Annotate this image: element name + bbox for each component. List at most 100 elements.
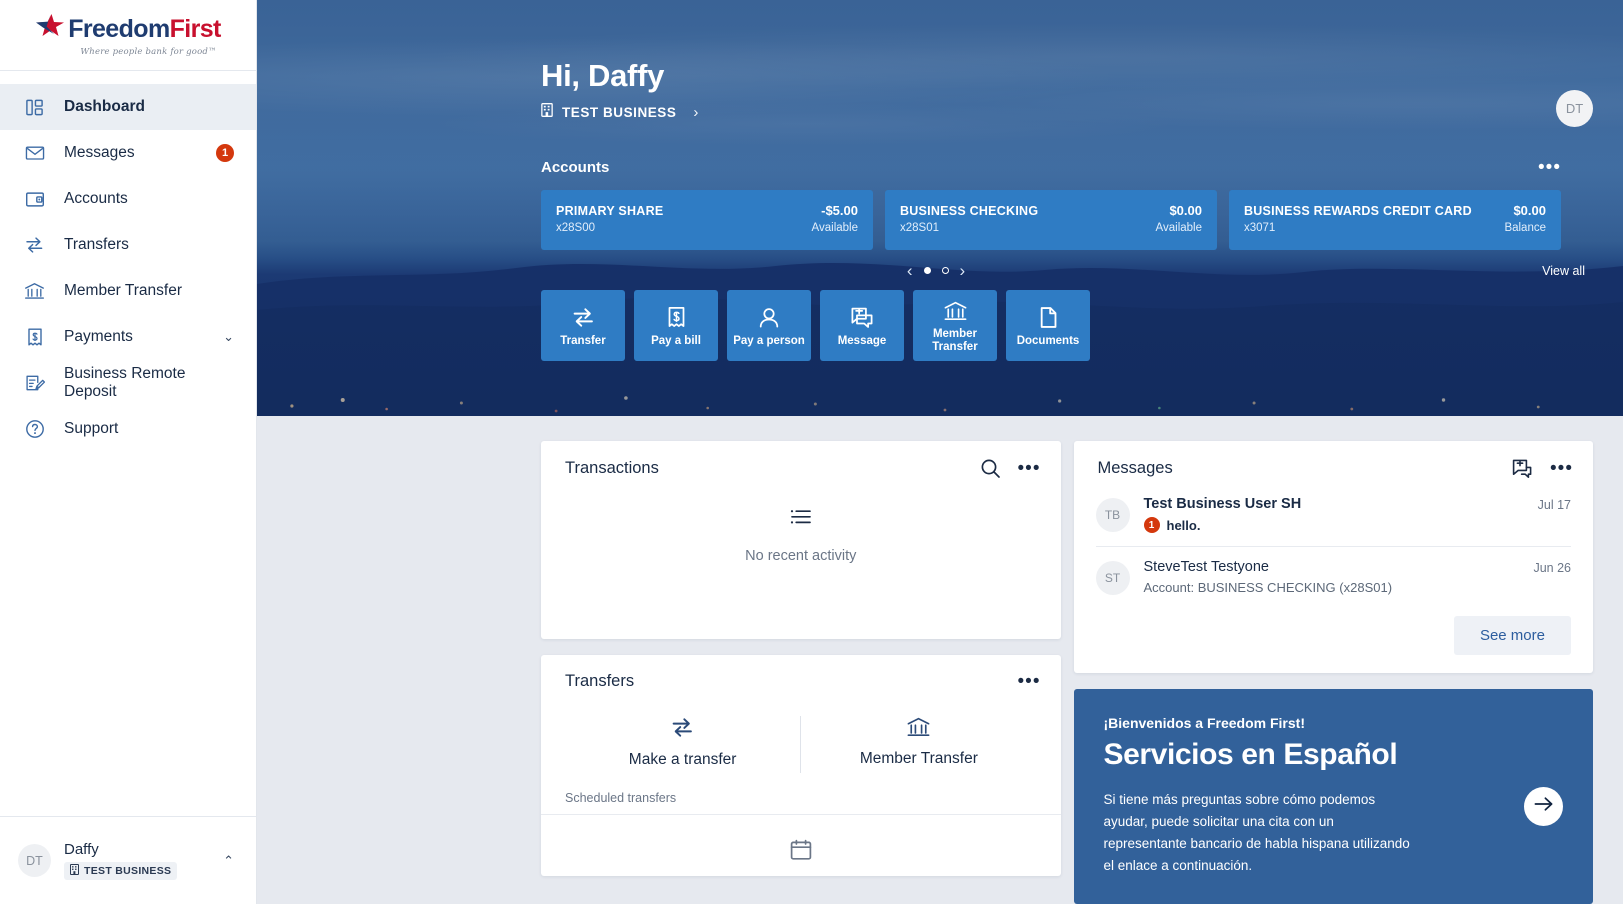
account-card[interactable]: BUSINESS REWARDS CREDIT CARD $0.00 x3071… (1229, 190, 1561, 250)
view-all-accounts-link[interactable]: View all (1542, 264, 1585, 278)
brand-tagline: Where people bank for good™ (80, 47, 217, 57)
transactions-title: Transactions (565, 459, 659, 477)
dashboard-board: Transactions ••• No recent activity Tran… (257, 416, 1623, 904)
bank-icon (906, 716, 931, 743)
account-balance-type: Available (1155, 222, 1202, 234)
sidebar-item-messages[interactable]: Messages 1 (0, 130, 256, 176)
accounts-title: Accounts (541, 159, 610, 176)
sidebar-item-label: Messages (64, 144, 135, 161)
quick-action-label: Pay a bill (651, 335, 701, 348)
quick-action-message[interactable]: Message (820, 290, 904, 361)
transactions-empty-text: No recent activity (745, 547, 857, 564)
hero-business-name: TEST BUSINESS (562, 105, 677, 120)
business-chip: TEST BUSINESS (64, 862, 178, 880)
list-icon (789, 507, 813, 532)
quick-action-label: Pay a person (733, 334, 805, 347)
carousel-prev-button[interactable]: ‹ (907, 262, 913, 279)
carousel-next-button[interactable]: › (960, 262, 966, 279)
quick-action-transfer[interactable]: Transfer (541, 290, 625, 361)
promo-arrow-button[interactable] (1524, 787, 1563, 827)
quick-action-member-transfer[interactable]: Member Transfer (913, 290, 997, 361)
transactions-menu-button[interactable]: ••• (1018, 459, 1041, 478)
message-plus-icon (850, 306, 874, 329)
promo-kicker: ¡Bienvenidos a Freedom First! (1103, 715, 1305, 731)
messages-card: Messages ••• TB Test Business User SH 1 … (1073, 441, 1593, 673)
sidebar-user-profile[interactable]: DT Daffy TEST BUSINESS ⌃ (0, 816, 256, 904)
app-root: FreedomFirst Where people bank for good™… (0, 0, 1623, 904)
sidebar-item-support[interactable]: Support (0, 406, 256, 452)
sidebar-item-label: Dashboard (64, 98, 145, 115)
make-a-transfer-button[interactable]: Make a transfer (565, 712, 800, 777)
accounts-carousel-controls: ‹ › View all (257, 262, 1591, 279)
quick-action-documents[interactable]: Documents (1006, 290, 1090, 361)
bank-icon (22, 279, 47, 304)
sidebar-item-transfers[interactable]: Transfers (0, 222, 256, 268)
quick-actions: Transfer Pay a bill Pay a person Message… (257, 279, 1591, 361)
quick-action-label: Message (837, 334, 887, 347)
board-left-column: Transactions ••• No recent activity Tran… (541, 441, 1061, 904)
sidebar-item-accounts[interactable]: Accounts (0, 176, 256, 222)
account-amount: $0.00 (1169, 203, 1202, 218)
account-balance-type: Available (811, 222, 858, 234)
quick-action-label: Documents (1016, 334, 1080, 347)
sidebar-item-payments[interactable]: Payments ⌄ (0, 314, 256, 360)
board-right-column: Messages ••• TB Test Business User SH 1 … (1073, 441, 1593, 904)
sidebar-item-label: Accounts (64, 190, 128, 207)
header-avatar[interactable]: DT (1556, 90, 1593, 127)
brand-name-part1: Freedom (68, 14, 170, 43)
sidebar-item-member-transfer[interactable]: Member Transfer (0, 268, 256, 314)
sidebar-nav: Dashboard Messages 1 Accounts Transfers … (0, 71, 256, 816)
transfer-arrows-icon (571, 306, 596, 329)
bill-dollar-icon (666, 305, 687, 329)
carousel-dot-2[interactable] (941, 267, 949, 274)
chevron-right-icon[interactable]: › (693, 104, 698, 121)
quick-action-pay-a-bill[interactable]: Pay a bill (634, 290, 718, 361)
accounts-menu-button[interactable]: ••• (1538, 158, 1561, 177)
building-icon (70, 864, 79, 878)
search-icon[interactable] (980, 458, 1001, 479)
transfers-action-label: Member Transfer (859, 750, 978, 767)
sidebar-item-label: Member Transfer (64, 282, 183, 299)
transfers-menu-button[interactable]: ••• (1018, 672, 1041, 691)
message-date: Jun 26 (1533, 561, 1571, 575)
star-logo-icon (35, 13, 65, 45)
transfer-arrows-icon (670, 716, 695, 744)
carousel-dot-1[interactable] (923, 267, 931, 274)
new-message-icon[interactable] (1511, 458, 1533, 479)
promo-title: Servicios en Español (1103, 738, 1398, 771)
account-card[interactable]: BUSINESS CHECKING $0.00 x28S01 Available (885, 190, 1217, 250)
promo-card-servicios-en-espanol[interactable]: ¡Bienvenidos a Freedom First! Servicios … (1073, 689, 1593, 904)
question-circle-icon (22, 417, 47, 442)
person-icon (757, 306, 781, 329)
quick-action-label: Member Transfer (932, 327, 978, 353)
member-transfer-button[interactable]: Member Transfer (801, 712, 1036, 777)
brand-name-part2: First (169, 14, 222, 43)
account-name: BUSINESS REWARDS CREDIT CARD (1244, 204, 1472, 218)
deposit-check-icon (22, 371, 47, 396)
avatar: TB (1095, 498, 1130, 532)
business-name: TEST BUSINESS (84, 865, 172, 877)
quick-action-pay-a-person[interactable]: Pay a person (727, 290, 811, 361)
message-date: Jul 17 (1537, 498, 1571, 512)
bank-icon (943, 300, 968, 322)
brand-logo[interactable]: FreedomFirst Where people bank for good™ (0, 0, 256, 71)
hero-banner: Hi, Daffy TEST BUSINESS › DT Accounts ••… (257, 0, 1623, 416)
wallet-icon (22, 187, 47, 212)
list-item[interactable]: ST SteveTest Testyone Account: BUSINESS … (1095, 546, 1571, 608)
business-switcher[interactable]: TEST BUSINESS › (541, 103, 1591, 122)
message-sender: Test Business User SH (1143, 496, 1302, 512)
sidebar-item-label: Business Remote Deposit (64, 365, 186, 400)
messages-menu-button[interactable]: ••• (1550, 459, 1573, 478)
promo-body: Si tiene más preguntas sobre cómo podemo… (1103, 792, 1410, 873)
sidebar-item-dashboard[interactable]: Dashboard (0, 84, 256, 130)
list-item[interactable]: TB Test Business User SH 1 hello. Jul 17 (1095, 484, 1571, 546)
chevron-up-icon[interactable]: ⌃ (223, 853, 238, 869)
account-name: BUSINESS CHECKING (900, 204, 1039, 218)
chevron-down-icon[interactable]: ⌄ (223, 329, 234, 345)
account-card[interactable]: PRIMARY SHARE -$5.00 x28S00 Available (541, 190, 873, 250)
sidebar: FreedomFirst Where people bank for good™… (0, 0, 257, 904)
account-name: PRIMARY SHARE (556, 204, 664, 218)
sidebar-item-business-remote-deposit[interactable]: Business Remote Deposit (0, 360, 256, 406)
arrow-right-icon (1533, 795, 1554, 818)
see-more-messages-button[interactable]: See more (1453, 616, 1571, 655)
